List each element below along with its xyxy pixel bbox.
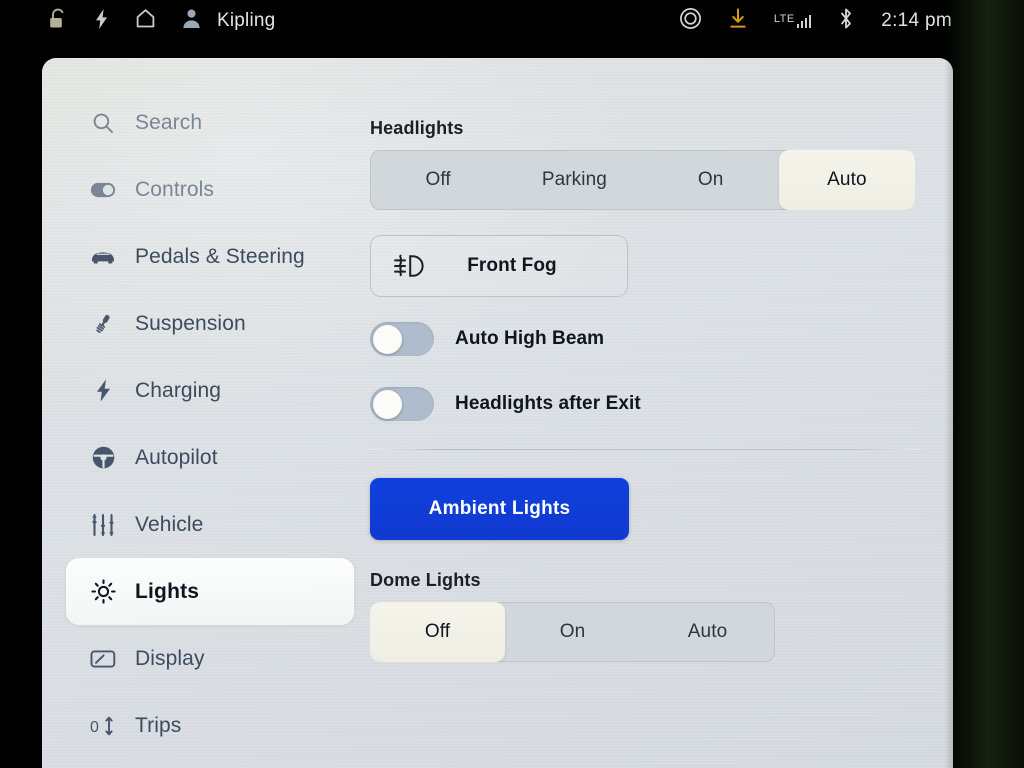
toggle-icon [90,177,116,203]
ambient-lights-button[interactable]: Ambient Lights [370,478,629,540]
dome-lights-option-on[interactable]: On [505,602,640,662]
sidebar-item-label: Autopilot [135,445,218,469]
dome-lights-option-off[interactable]: Off [370,602,505,662]
front-fog-button[interactable]: Front Fog [370,235,628,297]
unlock-icon[interactable] [48,8,68,35]
screen-edge-glow [944,0,1024,768]
bluetooth-icon[interactable] [838,7,854,35]
sidebar-item-label: Trips [135,713,182,737]
sidebar-item-label: Search [135,110,203,134]
dome-lights-option-auto[interactable]: Auto [640,602,775,662]
driver-profile-name[interactable]: Kipling [217,10,275,32]
clock[interactable]: 2:14 pm [881,10,952,32]
sidebar-item-label: Display [135,646,205,670]
circle-target-icon[interactable] [679,7,702,35]
status-bar-left-group: Kipling [48,8,275,35]
toggle-knob [372,324,402,354]
bolt-icon [90,378,116,404]
sidebar-item-label: Pedals & Steering [135,244,305,268]
sidebar-item-autopilot[interactable]: Autopilot [66,424,354,491]
svg-text:0: 0 [90,719,99,736]
headlights-after-exit-label: Headlights after Exit [455,393,641,414]
person-icon[interactable] [182,8,201,34]
shock-absorber-icon [90,311,116,337]
settings-sidebar: Search Controls Pedals & Steering Suspen… [42,58,362,768]
front-fog-label: Front Fog [467,255,557,276]
sidebar-item-label: Controls [135,177,214,201]
status-bar-right-group: LTE 2:14 pm [679,7,952,35]
sidebar-item-charging[interactable]: Charging [66,357,354,424]
sidebar-item-controls[interactable]: Controls [66,156,354,223]
front-fog-light-icon [385,253,431,279]
dome-lights-section: Dome Lights Off On Auto [370,570,909,662]
headlights-after-exit-row: Headlights after Exit [370,381,909,427]
steering-wheel-icon [90,445,116,471]
headlights-after-exit-toggle[interactable] [370,387,434,421]
sidebar-item-suspension[interactable]: Suspension [66,290,354,357]
toggle-knob [372,389,402,419]
headlights-option-auto[interactable]: Auto [778,150,915,210]
display-icon [90,646,116,672]
odometer-icon: 0 [90,713,116,739]
headlights-section: Headlights Off Parking On Auto [370,118,915,210]
lights-settings-content: Headlights Off Parking On Auto Front Fog… [362,58,953,768]
bolt-icon[interactable] [94,8,109,35]
sidebar-item-label: Charging [135,378,222,402]
headlights-option-off[interactable]: Off [370,150,506,210]
sidebar-item-search[interactable]: Search [66,89,354,156]
headlights-title: Headlights [370,118,464,138]
dome-lights-title: Dome Lights [370,570,481,590]
download-icon[interactable] [729,8,747,34]
signal-bars [796,15,812,28]
headlights-option-parking[interactable]: Parking [506,150,642,210]
sidebar-item-pedals-steering[interactable]: Pedals & Steering [66,223,354,290]
sidebar-item-lights[interactable]: Lights [66,558,354,625]
home-icon[interactable] [135,8,156,34]
sidebar-item-label: Lights [135,579,200,603]
sidebar-item-display[interactable]: Display [66,625,354,692]
auto-high-beam-label: Auto High Beam [455,328,605,349]
sun-brightness-icon [90,579,116,605]
sidebar-item-label: Suspension [135,311,246,335]
search-icon [90,110,116,136]
ambient-lights-label: Ambient Lights [428,498,571,519]
car-icon [90,244,116,270]
network-type-label: LTE [773,13,795,25]
dome-lights-segmented-control[interactable]: Off On Auto [370,602,775,662]
sidebar-item-vehicle[interactable]: Vehicle [66,491,354,558]
section-divider [370,449,922,450]
headlights-option-on[interactable]: On [643,150,779,210]
headlights-segmented-control[interactable]: Off Parking On Auto [370,150,915,210]
sliders-icon [90,512,116,538]
settings-panel: Search Controls Pedals & Steering Suspen… [42,58,953,768]
auto-high-beam-row: Auto High Beam [370,316,909,362]
sidebar-item-label: Vehicle [135,512,204,536]
vehicle-touchscreen: Kipling LTE 2:14 pm Search Controls Peda… [0,0,1024,768]
auto-high-beam-toggle[interactable] [370,322,434,356]
sidebar-item-trips[interactable]: 0 Trips [66,692,354,759]
lte-signal-icon[interactable]: LTE [773,13,812,28]
status-bar: Kipling LTE 2:14 pm [0,0,1024,42]
